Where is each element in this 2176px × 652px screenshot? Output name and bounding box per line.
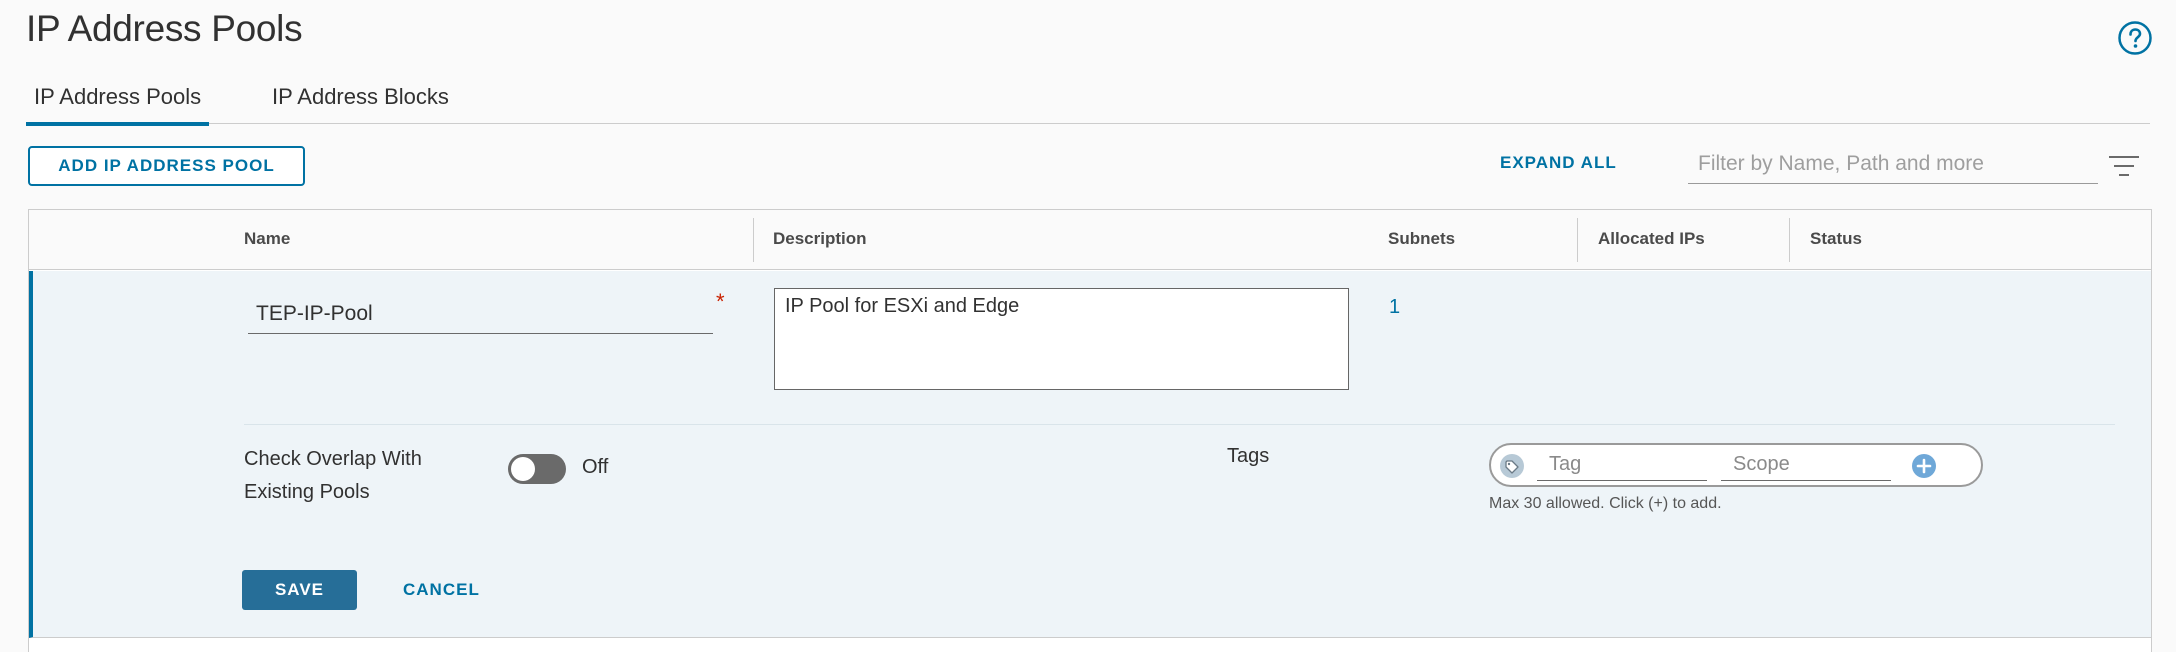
- column-header-status[interactable]: Status: [1810, 229, 1862, 249]
- filter-input[interactable]: [1688, 144, 2098, 184]
- row-divider: [244, 424, 2115, 425]
- add-ip-address-pool-button[interactable]: ADD IP ADDRESS POOL: [28, 146, 305, 186]
- description-textarea[interactable]: IP Pool for ESXi and Edge: [774, 288, 1349, 390]
- column-separator: [753, 218, 754, 262]
- page-title: IP Address Pools: [26, 8, 303, 49]
- required-indicator: *: [716, 289, 725, 314]
- column-header-name[interactable]: Name: [244, 229, 290, 249]
- cancel-button[interactable]: CANCEL: [403, 570, 480, 610]
- toggle-state-label: Off: [582, 456, 609, 478]
- column-header-subnets[interactable]: Subnets: [1388, 229, 1455, 249]
- check-overlap-label: Check Overlap With Existing Pools: [244, 448, 422, 503]
- edit-row: * IP Pool for ESXi and Edge 1 Check Over…: [29, 271, 2151, 638]
- tags-hint: Max 30 allowed. Click (+) to add.: [1489, 495, 1722, 512]
- column-separator: [1789, 218, 1790, 262]
- save-button[interactable]: SAVE: [242, 570, 357, 610]
- tag-input[interactable]: [1537, 449, 1707, 481]
- filter-icon[interactable]: [2108, 154, 2140, 178]
- tab-ip-address-blocks[interactable]: IP Address Blocks: [272, 84, 449, 110]
- add-tag-icon[interactable]: [1911, 453, 1937, 479]
- check-overlap-toggle[interactable]: [508, 454, 566, 484]
- tags-label: Tags: [1227, 445, 1270, 467]
- tab-bar: IP Address Pools IP Address Blocks: [26, 76, 2150, 126]
- column-header-allocated-ips[interactable]: Allocated IPs: [1598, 229, 1705, 249]
- help-icon[interactable]: [2117, 20, 2153, 56]
- grid-header: Name Description Subnets Allocated IPs S…: [29, 210, 2151, 270]
- tab-ip-address-pools[interactable]: IP Address Pools: [26, 84, 210, 126]
- pool-name-input[interactable]: [248, 294, 713, 334]
- tag-icon: [1500, 454, 1524, 478]
- subnets-count-link[interactable]: 1: [1389, 296, 1400, 319]
- toggle-knob: [511, 457, 535, 481]
- column-header-description[interactable]: Description: [773, 229, 867, 249]
- expand-all-button[interactable]: EXPAND ALL: [1500, 153, 1617, 173]
- ip-pools-grid: Name Description Subnets Allocated IPs S…: [28, 209, 2152, 652]
- tag-editor: [1489, 443, 1983, 487]
- column-separator: [1577, 218, 1578, 262]
- scope-input[interactable]: [1721, 449, 1891, 481]
